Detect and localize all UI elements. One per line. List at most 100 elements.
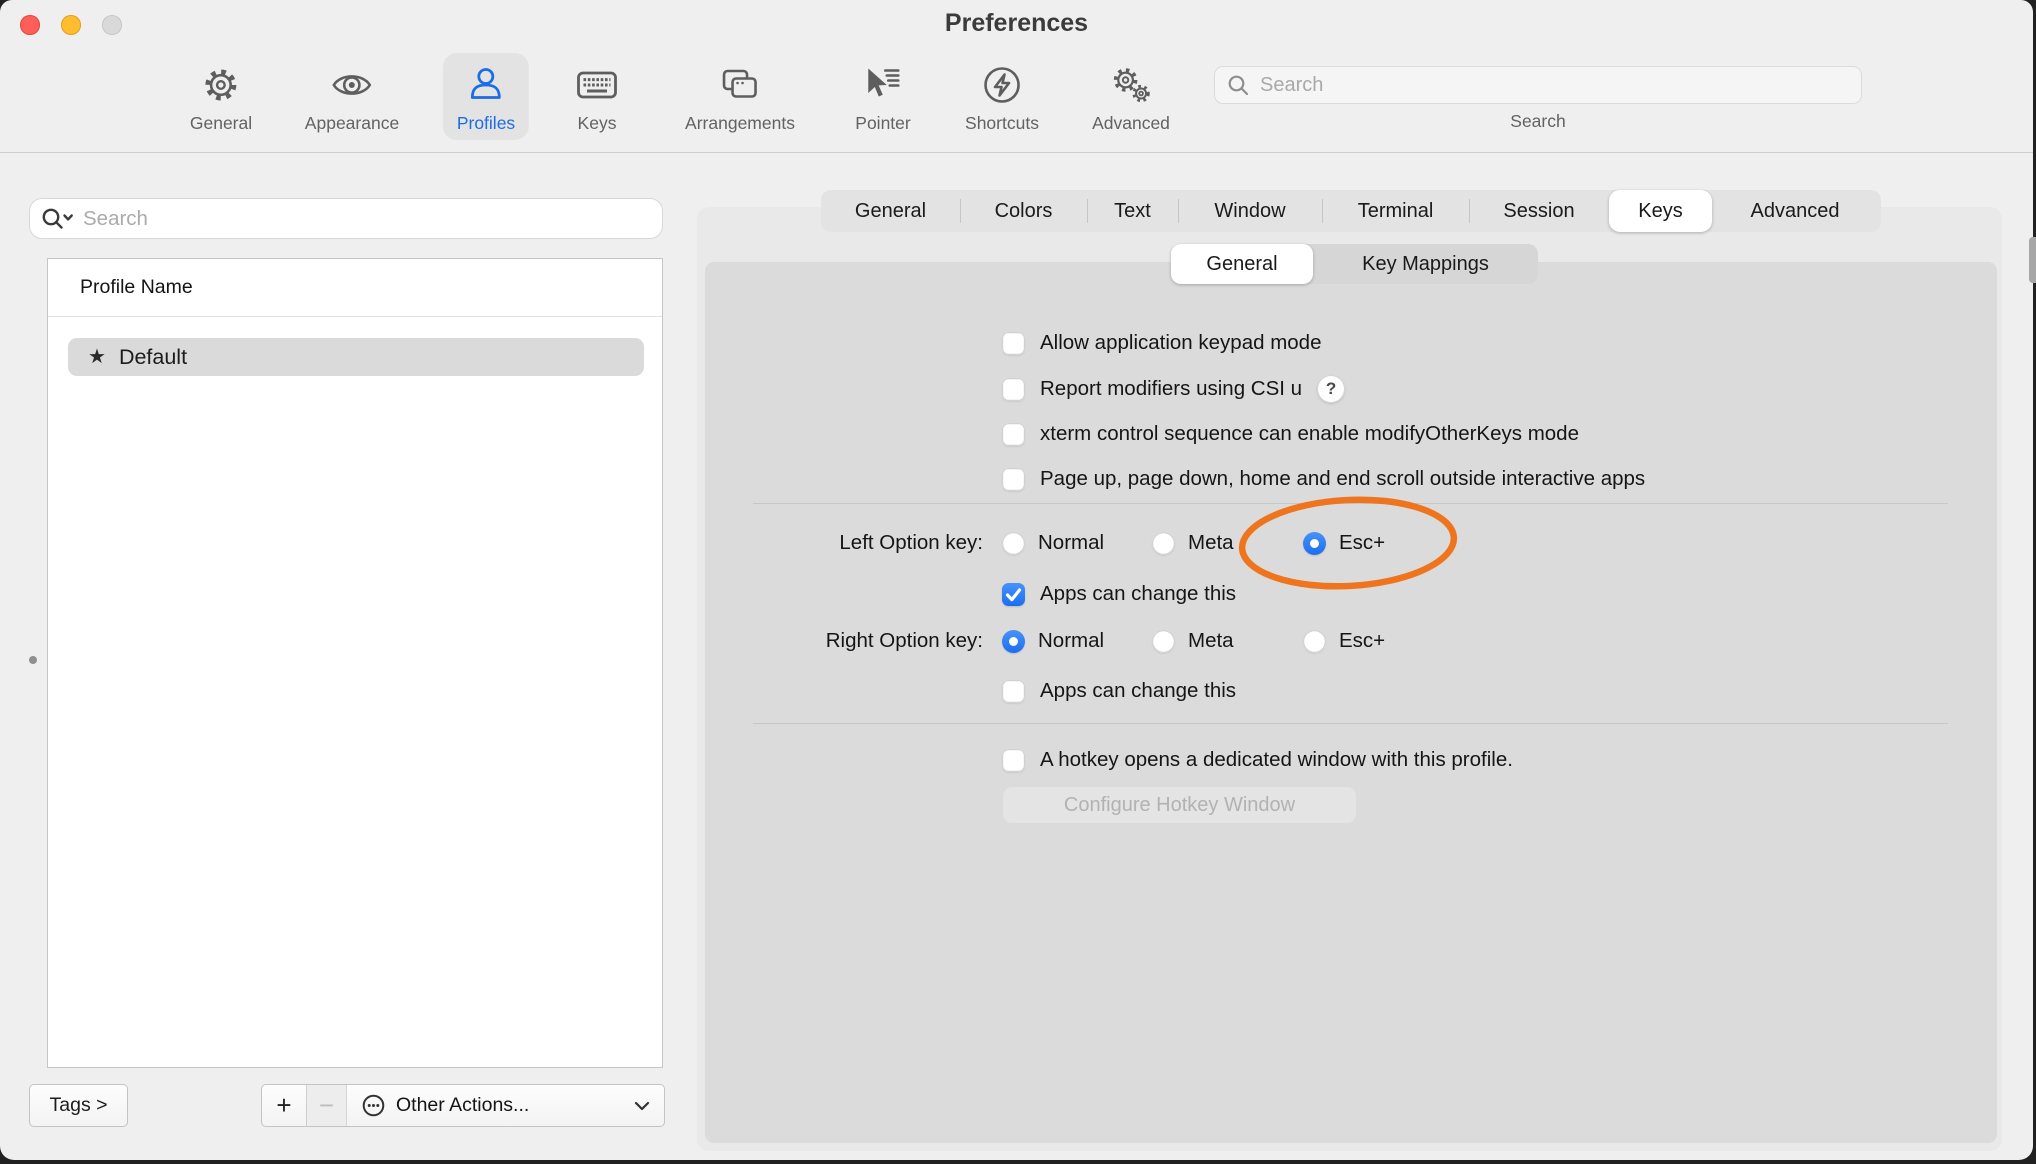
- toolbar-item-pointer[interactable]: Pointer: [841, 53, 924, 140]
- toolbar-item-general[interactable]: General: [176, 53, 266, 140]
- star-icon: ★: [88, 347, 106, 367]
- checkbox-row: Report modifiers using CSI u ?: [1002, 375, 1345, 403]
- tab-terminal[interactable]: Terminal: [1322, 190, 1469, 232]
- windows-icon: [717, 60, 763, 110]
- bolt-icon: [979, 60, 1025, 110]
- tab-keys[interactable]: Keys: [1609, 190, 1712, 232]
- tab-text[interactable]: Text: [1087, 190, 1178, 232]
- checkbox-label: Apps can change this: [1040, 582, 1236, 606]
- cursor-icon: [860, 60, 906, 110]
- profile-name: Default: [119, 345, 187, 370]
- search-icon: [1227, 74, 1250, 97]
- tags-button[interactable]: Tags >: [29, 1084, 128, 1127]
- toolbar-search-input[interactable]: [1258, 73, 1849, 98]
- gear-icon: [198, 60, 244, 110]
- radio-left-esc[interactable]: Esc+: [1303, 529, 1385, 557]
- radio-right-normal[interactable]: Normal: [1002, 627, 1104, 655]
- profile-list-header: Profile Name: [48, 259, 662, 317]
- radio-icon-selected[interactable]: [1002, 630, 1025, 653]
- radio-left-meta[interactable]: Meta: [1152, 529, 1234, 557]
- checkbox-right-apps-can-change[interactable]: [1002, 680, 1025, 703]
- radio-right-esc[interactable]: Esc+: [1303, 627, 1385, 655]
- right-option-key-label: Right Option key:: [683, 627, 983, 655]
- radio-icon[interactable]: [1152, 630, 1175, 653]
- toolbar-search-field[interactable]: [1214, 66, 1862, 104]
- profile-row-default[interactable]: ★ Default: [68, 338, 644, 376]
- toolbar-item-advanced[interactable]: Advanced: [1078, 53, 1184, 140]
- toolbar-item-label: Appearance: [305, 113, 399, 134]
- toolbar-item-label: Arrangements: [685, 113, 795, 134]
- radio-right-meta[interactable]: Meta: [1152, 627, 1234, 655]
- checkbox-label: Page up, page down, home and end scroll …: [1040, 467, 1645, 491]
- toolbar-item-appearance[interactable]: Appearance: [291, 53, 413, 140]
- toolbar-item-label: Profiles: [457, 113, 515, 134]
- checkbox-label: A hotkey opens a dedicated window with t…: [1040, 748, 1513, 772]
- toolbar-item-keys[interactable]: Keys: [560, 53, 634, 140]
- gears-icon: [1108, 60, 1154, 110]
- checkbox-csi-u[interactable]: [1002, 378, 1025, 401]
- checkbox-label: xterm control sequence can enable modify…: [1040, 422, 1579, 446]
- search-menu-icon[interactable]: [40, 206, 74, 232]
- toolbar-search-caption: Search: [1214, 111, 1862, 132]
- subtab-key-mappings[interactable]: Key Mappings: [1313, 244, 1538, 284]
- configure-hotkey-window-button[interactable]: Configure Hotkey Window: [1003, 787, 1356, 823]
- radio-icon[interactable]: [1002, 532, 1025, 555]
- checkbox-keypad-mode[interactable]: [1002, 332, 1025, 355]
- toolbar-item-label: General: [190, 113, 252, 134]
- radio-icon[interactable]: [1152, 532, 1175, 555]
- radio-icon-selected[interactable]: [1303, 532, 1326, 555]
- eye-icon: [329, 60, 375, 110]
- keys-general-panel: [705, 262, 1997, 1143]
- window-edge-artifact: [2029, 237, 2036, 283]
- toolbar-item-label: Advanced: [1092, 113, 1170, 134]
- radio-icon[interactable]: [1303, 630, 1326, 653]
- profile-tabbar: General Colors Text Window Terminal Sess…: [821, 190, 1881, 232]
- section-divider: [753, 503, 1948, 504]
- toolbar-item-profiles[interactable]: Profiles: [443, 53, 529, 140]
- toolbar-item-arrangements[interactable]: Arrangements: [671, 53, 809, 140]
- titlebar: Preferences General Appearance: [0, 0, 2033, 153]
- preferences-window: Preferences General Appearance: [0, 0, 2033, 1160]
- profile-search-input[interactable]: [81, 206, 652, 232]
- remove-profile-button[interactable]: −: [307, 1085, 347, 1126]
- checkbox-left-apps-can-change[interactable]: [1002, 583, 1025, 606]
- toolbar-item-label: Shortcuts: [965, 113, 1039, 134]
- checkbox-label: Apps can change this: [1040, 679, 1236, 703]
- toolbar-item-shortcuts[interactable]: Shortcuts: [951, 53, 1053, 140]
- profile-search-field[interactable]: [29, 198, 663, 239]
- help-button[interactable]: ?: [1317, 375, 1345, 403]
- left-option-key-label: Left Option key:: [683, 529, 983, 557]
- desktop-background: { "window": { "title": "Preferences" }, …: [0, 0, 2036, 1164]
- profile-actions-strip: + − Other Actions...: [261, 1084, 665, 1127]
- checkbox-row: Apps can change this: [1002, 580, 1236, 608]
- checkbox-row: xterm control sequence can enable modify…: [1002, 420, 1579, 448]
- checkbox-row: Apps can change this: [1002, 677, 1236, 705]
- checkbox-row: Page up, page down, home and end scroll …: [1002, 465, 1645, 493]
- toolbar-item-label: Keys: [578, 113, 617, 134]
- checkbox-scroll-outside-apps[interactable]: [1002, 468, 1025, 491]
- checkbox-hotkey-window[interactable]: [1002, 749, 1025, 772]
- window-title: Preferences: [0, 9, 2033, 38]
- add-profile-button[interactable]: +: [262, 1085, 307, 1126]
- tab-advanced[interactable]: Advanced: [1712, 190, 1878, 232]
- circle-ellipsis-icon: [361, 1093, 386, 1118]
- splitter-handle-dot[interactable]: [29, 656, 37, 664]
- tab-session[interactable]: Session: [1469, 190, 1609, 232]
- subtab-general[interactable]: General: [1171, 244, 1313, 284]
- radio-left-normal[interactable]: Normal: [1002, 529, 1104, 557]
- chevron-down-icon: [634, 1101, 650, 1111]
- keyboard-icon: [574, 60, 620, 110]
- tab-window[interactable]: Window: [1178, 190, 1322, 232]
- checkbox-label: Report modifiers using CSI u: [1040, 377, 1302, 401]
- tab-colors[interactable]: Colors: [960, 190, 1087, 232]
- checkbox-row: A hotkey opens a dedicated window with t…: [1002, 746, 1513, 774]
- checkbox-modify-other-keys[interactable]: [1002, 423, 1025, 446]
- checkmark-icon: [1002, 583, 1025, 606]
- profile-list: Profile Name ★ Default: [47, 258, 663, 1068]
- checkbox-row: Allow application keypad mode: [1002, 329, 1321, 357]
- tab-general[interactable]: General: [821, 190, 960, 232]
- toolbar-item-label: Pointer: [855, 113, 910, 134]
- other-actions-label: Other Actions...: [396, 1094, 529, 1117]
- keys-subtabbar: General Key Mappings: [1171, 244, 1538, 284]
- other-actions-dropdown[interactable]: Other Actions...: [347, 1085, 664, 1126]
